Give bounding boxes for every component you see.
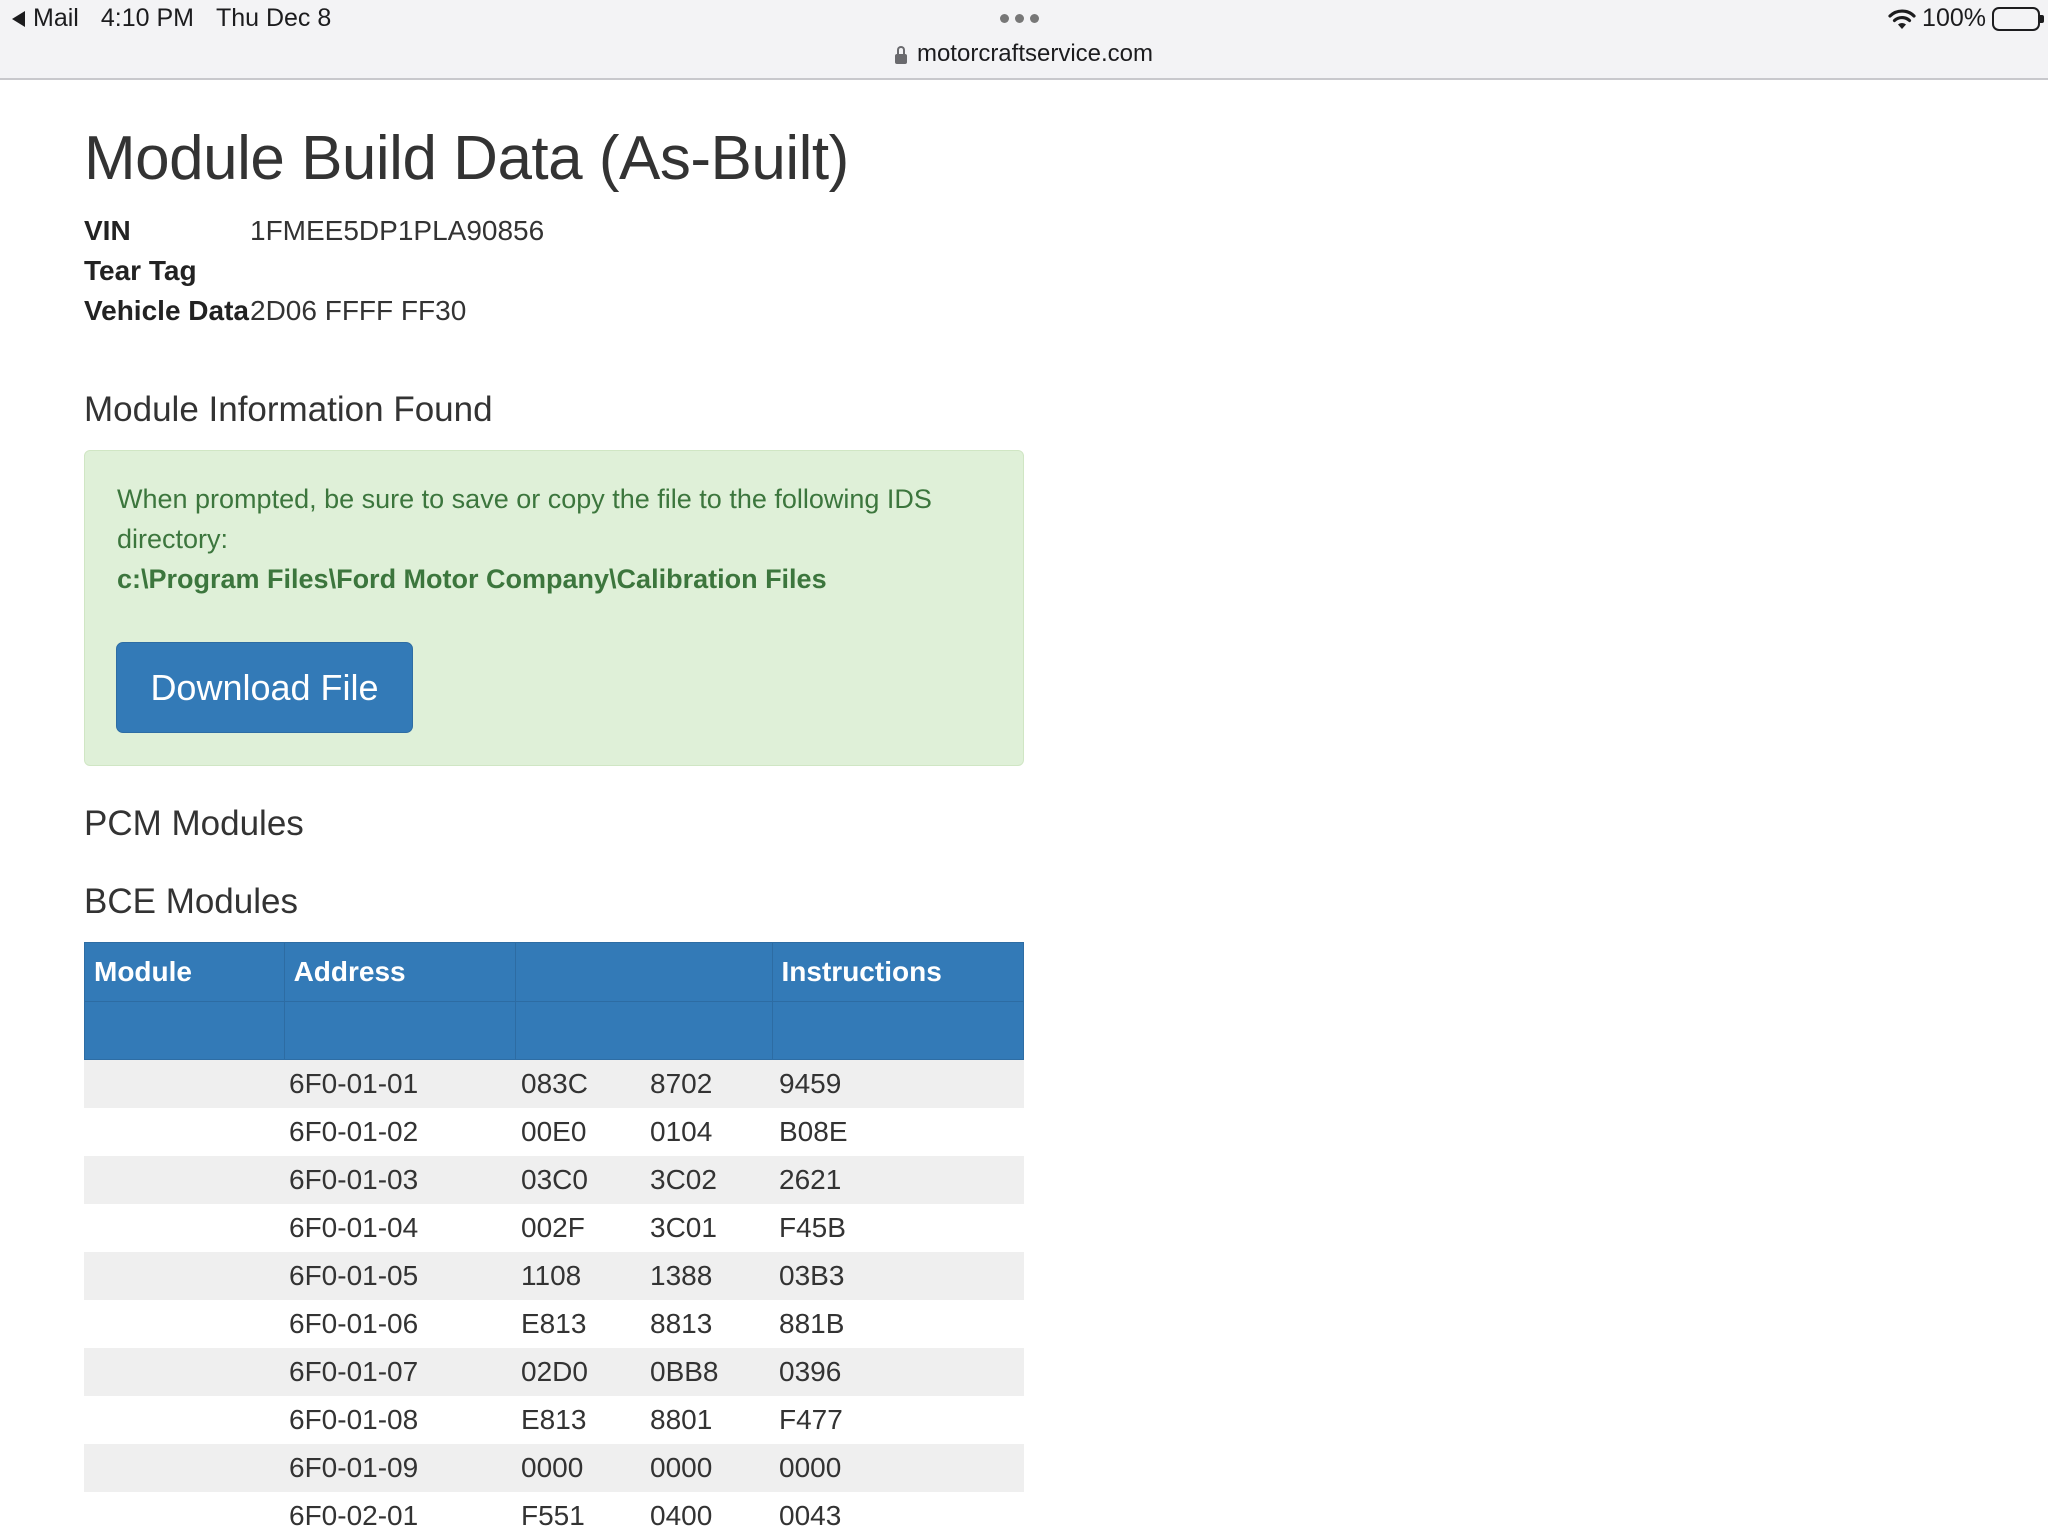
data-cell: 0000	[779, 1452, 842, 1483]
battery-percent: 100%	[1922, 4, 1986, 32]
data-cell: 9459	[779, 1068, 842, 1099]
data-cell: 0000	[521, 1452, 584, 1483]
data-cell: 881B	[779, 1308, 845, 1339]
status-time: 4:10 PM	[100, 4, 194, 32]
column-header-address: Address	[285, 943, 517, 1001]
data-cell: 3C02	[650, 1164, 717, 1195]
address-cell: 6F0-01-01	[289, 1068, 419, 1099]
pcm-modules-heading: PCM Modules	[84, 804, 304, 843]
address-cell: 6F0-01-06	[289, 1308, 419, 1339]
data-cell: 0043	[779, 1500, 842, 1531]
status-date: Thu Dec 8	[215, 4, 332, 32]
table-row: 6F0-01-09 0000 0000 0000	[84, 1444, 1024, 1492]
vehicle-data-label: Vehicle Data	[84, 295, 249, 326]
table-row: 6F0-01-06 E813 8813 881B	[84, 1300, 1024, 1348]
address-cell: 6F0-01-04	[289, 1212, 419, 1243]
table-row: 6F0-02-01 F551 0400 0043	[84, 1492, 1024, 1540]
wifi-icon	[1888, 8, 1916, 29]
url-text[interactable]: motorcraftservice.com	[917, 40, 1153, 68]
data-cell: F551	[521, 1500, 585, 1531]
data-cell: 03C0	[521, 1164, 588, 1195]
table-row: 6F0-01-03 03C0 3C02 2621	[84, 1156, 1024, 1204]
data-cell: 2621	[779, 1164, 842, 1195]
status-left: Mail 4:10 PM Thu Dec 8	[12, 4, 331, 33]
data-cell: 0000	[650, 1452, 713, 1483]
data-cell: 02D0	[521, 1356, 588, 1387]
data-cell: 0BB8	[650, 1356, 719, 1387]
bce-modules-table: Module Address Instructions 6F0-01-01 083…	[84, 942, 1024, 1540]
table-row: 6F0-01-04 002F 3C01 F45B	[84, 1204, 1024, 1252]
download-file-button[interactable]: Download File	[116, 642, 413, 733]
data-cell: 03B3	[779, 1260, 845, 1291]
browser-top-bar: Mail 4:10 PM Thu Dec 8 motorcraftservice…	[0, 0, 2048, 80]
data-cell: E813	[521, 1308, 587, 1339]
column-header-instructions: Instructions	[781, 956, 942, 987]
column-header-module: Module	[85, 943, 285, 1001]
header-filler-cell	[773, 1002, 1023, 1059]
vehicle-data-row: Vehicle Data2D06 FFFF FF30	[84, 295, 466, 327]
bce-modules-heading: BCE Modules	[84, 882, 298, 921]
header-filler-cell	[516, 1002, 773, 1059]
address-cell: 6F0-01-02	[289, 1116, 419, 1147]
data-cell: E813	[521, 1404, 587, 1435]
table-row: 6F0-01-01 083C 8702 9459	[84, 1060, 1024, 1108]
header-filler-cell	[285, 1002, 517, 1059]
back-arrow-icon[interactable]	[12, 10, 25, 27]
data-cell: B08E	[779, 1116, 848, 1147]
data-cell: 0396	[779, 1356, 842, 1387]
table-row: 6F0-01-05 1108 1388 03B3	[84, 1252, 1024, 1300]
status-right: 100%	[1888, 4, 2044, 33]
success-alert: When prompted, be sure to save or copy t…	[84, 450, 1024, 766]
vehicle-data-value: 2D06 FFFF FF30	[250, 295, 467, 326]
address-cell: 6F0-01-03	[289, 1164, 419, 1195]
lock-icon	[894, 46, 907, 64]
module-info-heading: Module Information Found	[84, 390, 493, 429]
vin-row: VIN 1FMEE5DP1PLA90856	[84, 215, 544, 247]
table-header: Module Address Instructions	[84, 942, 1024, 1060]
data-cell: 8813	[650, 1308, 713, 1339]
tear-tag-label: Tear Tag	[84, 255, 197, 286]
column-header-data	[516, 943, 773, 1001]
data-cell: 083C	[521, 1068, 588, 1099]
tear-tag-row: Tear Tag	[84, 255, 250, 287]
table-body: 6F0-01-01 083C 8702 9459 6F0-01-02 00E0 0104 B0…	[84, 1060, 1024, 1540]
header-filler-cell	[85, 1002, 285, 1059]
address-cell: 6F0-01-07	[289, 1356, 419, 1387]
data-cell: 002F	[521, 1212, 585, 1243]
back-to-app-link[interactable]: Mail	[33, 4, 79, 33]
table-row: 6F0-01-02 00E0 0104 B08E	[84, 1108, 1024, 1156]
table-row: 6F0-01-08 E813 8801 F477	[84, 1396, 1024, 1444]
data-cell: 0104	[650, 1116, 713, 1147]
data-cell: 00E0	[521, 1116, 587, 1147]
address-bar[interactable]: motorcraftservice.com	[0, 40, 2048, 68]
data-cell: 0400	[650, 1500, 713, 1531]
vin-label: VIN	[84, 215, 131, 246]
data-cell: 3C01	[650, 1212, 717, 1243]
data-cell: F45B	[779, 1212, 846, 1243]
address-cell: 6F0-01-05	[289, 1260, 419, 1291]
table-row: 6F0-01-07 02D0 0BB8 0396	[84, 1348, 1024, 1396]
ids-directory-path: c:\Program Files\Ford Motor Company\Cali…	[117, 564, 827, 594]
address-cell: 6F0-01-09	[289, 1452, 419, 1483]
data-cell: 8702	[650, 1068, 713, 1099]
address-cell: 6F0-02-01	[289, 1500, 419, 1531]
vin-value: 1FMEE5DP1PLA90856	[250, 215, 545, 246]
battery-icon	[1992, 6, 2044, 31]
data-cell: 1108	[521, 1260, 582, 1291]
page-title: Module Build Data (As-Built)	[84, 124, 849, 193]
multitasking-dots-icon[interactable]	[1000, 14, 1039, 23]
address-cell: 6F0-01-08	[289, 1404, 419, 1435]
data-cell: 1388	[650, 1260, 713, 1291]
data-cell: F477	[779, 1404, 843, 1435]
alert-message: When prompted, be sure to save or copy t…	[117, 484, 932, 554]
data-cell: 8801	[650, 1404, 713, 1435]
